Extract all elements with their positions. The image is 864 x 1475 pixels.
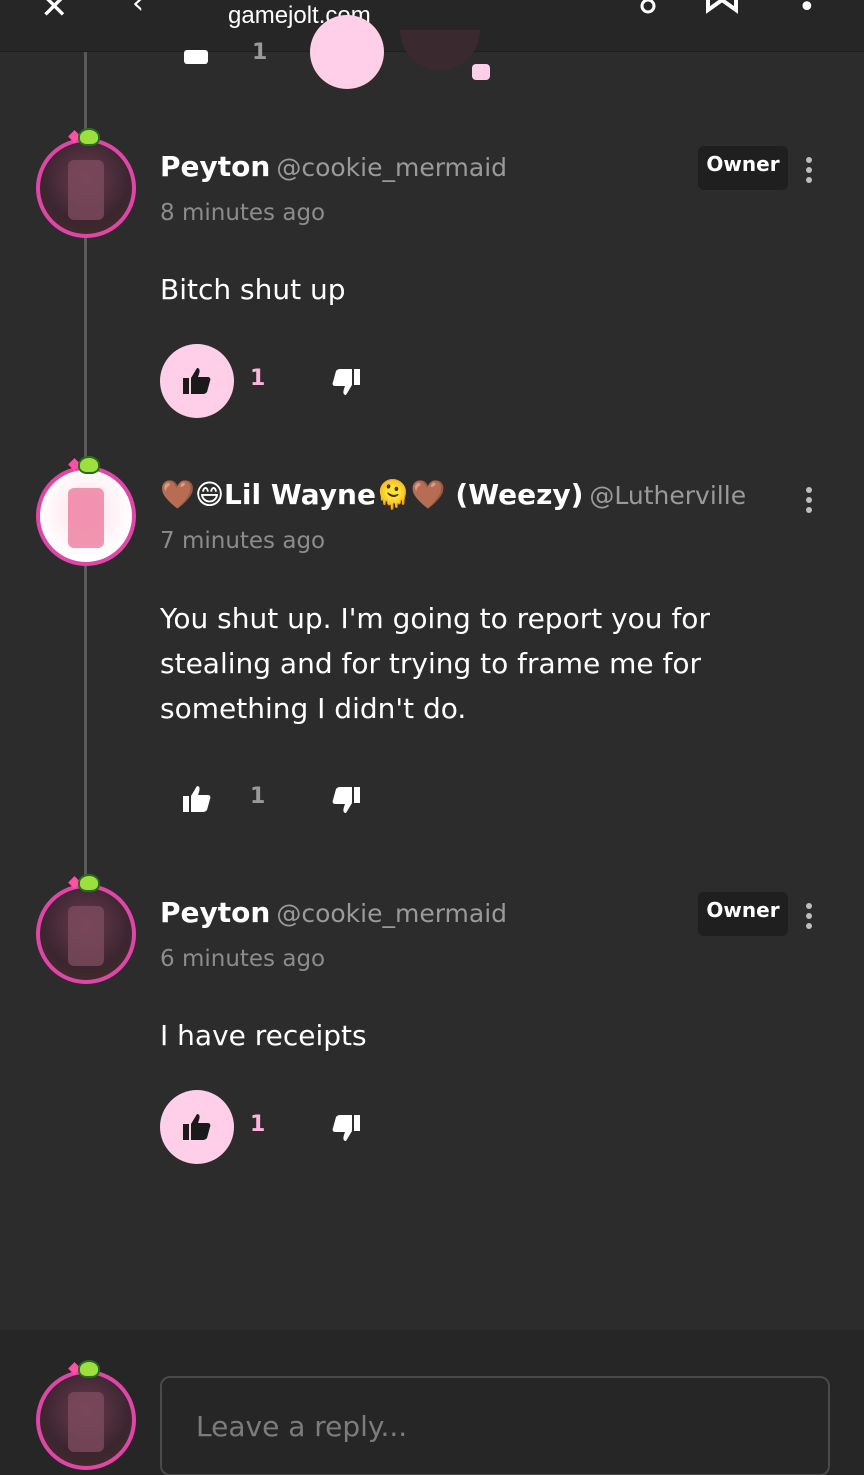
frog-badge-icon <box>78 128 100 146</box>
vote-count: 1 <box>252 40 268 65</box>
avatar[interactable] <box>36 456 136 566</box>
kebab-menu-icon[interactable] <box>800 484 818 518</box>
dislike-button[interactable] <box>322 1108 370 1148</box>
kebab-menu-icon[interactable] <box>800 154 818 188</box>
comment-body: You shut up. I'm going to report you for… <box>160 602 710 725</box>
owner-badge: Owner <box>698 892 788 936</box>
frog-badge-icon <box>78 1360 100 1378</box>
timestamp[interactable]: 6 minutes ago <box>160 946 325 972</box>
vote-row: 1 <box>0 344 864 420</box>
author-handle[interactable]: @Lutherville <box>589 481 746 510</box>
reply-input[interactable] <box>160 1376 830 1475</box>
bookmark-icon[interactable] <box>704 0 740 16</box>
timestamp[interactable]: 7 minutes ago <box>160 528 325 554</box>
thumbs-down-icon <box>332 787 360 813</box>
author-name[interactable]: 🤎😄Lil Wayne🫠🤎 (Weezy) <box>160 478 583 511</box>
dislike-button[interactable] <box>322 780 370 820</box>
like-button[interactable] <box>160 1090 234 1164</box>
avatar-figure <box>68 1392 104 1452</box>
author-handle[interactable]: @cookie_mermaid <box>276 153 507 182</box>
avatar-figure <box>68 160 104 220</box>
comment-body: I have receipts <box>160 1019 367 1052</box>
vote-row: 1 <box>0 1090 864 1166</box>
dislike-button[interactable] <box>322 362 370 402</box>
reply-composer <box>0 1330 864 1475</box>
vote-count[interactable]: 1 <box>250 1112 265 1137</box>
status-indicator <box>472 64 490 80</box>
share-icon[interactable] <box>628 0 668 16</box>
author-line: Peyton @cookie_mermaid <box>160 150 507 183</box>
timestamp[interactable]: 8 minutes ago <box>160 200 325 226</box>
back-arrow-icon[interactable]: ‹ <box>132 0 144 21</box>
author-name[interactable]: Peyton <box>160 150 270 183</box>
vote-count[interactable]: 1 <box>250 784 265 809</box>
kebab-menu-icon[interactable] <box>800 900 818 934</box>
avatar <box>400 30 480 70</box>
comment-body: Bitch shut up <box>160 273 346 306</box>
frog-badge-icon <box>78 456 100 474</box>
thumbs-up-icon <box>183 786 211 812</box>
author-handle[interactable]: @cookie_mermaid <box>276 899 507 928</box>
vote-count[interactable]: 1 <box>250 366 265 391</box>
thumbs-up-icon <box>183 368 211 394</box>
like-button[interactable] <box>160 762 234 836</box>
close-icon[interactable]: ✕ <box>40 0 69 24</box>
previous-comment-vote-row: 1 <box>0 15 864 100</box>
avatar-figure <box>68 488 104 548</box>
like-button[interactable] <box>160 344 234 418</box>
thumbs-down-icon <box>332 1115 360 1141</box>
vote-row: 1 <box>0 762 864 838</box>
avatar <box>36 1360 136 1470</box>
owner-badge: Owner <box>698 146 788 190</box>
thumbs-down-icon <box>332 369 360 395</box>
thumbs-up-icon[interactable] <box>184 50 208 64</box>
dislike-button[interactable] <box>310 15 384 89</box>
author-line: 🤎😄Lil Wayne🫠🤎 (Weezy) @Lutherville <box>160 478 746 511</box>
author-name[interactable]: Peyton <box>160 896 270 929</box>
more-vert-icon[interactable]: • <box>798 0 816 25</box>
avatar-figure <box>68 906 104 966</box>
frog-badge-icon <box>78 874 100 892</box>
author-line: Peyton @cookie_mermaid <box>160 896 507 929</box>
avatar[interactable] <box>36 874 136 984</box>
thumbs-up-icon <box>183 1114 211 1140</box>
avatar[interactable] <box>36 128 136 238</box>
